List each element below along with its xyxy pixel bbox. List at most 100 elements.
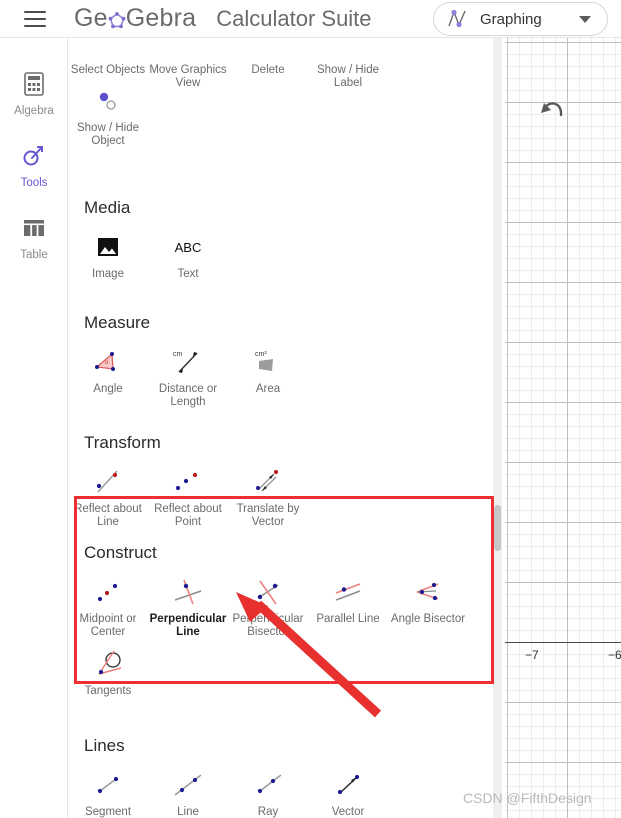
- table-icon: [22, 215, 46, 241]
- tool-vector[interactable]: Vector: [308, 762, 388, 818]
- perpendicular-line-icon: [168, 575, 208, 609]
- tool-label: Perpendicular Bisector: [232, 613, 304, 638]
- tool-label: Show / Hide Object: [76, 122, 139, 147]
- reflect-about-line-icon: [88, 465, 128, 499]
- tool-line[interactable]: Line: [148, 762, 228, 818]
- tool-distance-or-length[interactable]: cm Distance or Length: [148, 339, 228, 411]
- tool-label: Area: [255, 383, 281, 395]
- calculator-icon: [23, 71, 45, 97]
- geogebra-logo: Ge Gebra: [74, 4, 196, 33]
- tool-segment[interactable]: Segment: [68, 762, 148, 818]
- tool-label: Select Objects: [70, 64, 146, 76]
- tool-area[interactable]: cm² Area: [228, 339, 308, 411]
- tool-move-graphics-view[interactable]: Move Graphics View: [148, 38, 228, 92]
- tool-label: Move Graphics View: [149, 64, 227, 89]
- tool-label: Ray: [257, 806, 279, 818]
- tool-delete[interactable]: Delete: [228, 38, 308, 92]
- section-title-media: Media: [84, 198, 131, 217]
- app-switcher-button[interactable]: Graphing: [433, 2, 608, 36]
- sidebar-item-table-label: Table: [20, 249, 48, 261]
- tool-label: Line: [177, 806, 199, 818]
- tool-label: Vector: [331, 806, 365, 818]
- show-hide-object-icon: [88, 84, 128, 118]
- tool-label: Parallel Line: [316, 613, 380, 625]
- perpendicular-bisector-icon: [248, 575, 288, 609]
- section-lines: Lines Segment Line Ray Vector: [68, 706, 505, 818]
- section-media: Media Image ABC Text: [68, 198, 505, 283]
- app-switcher-label: Graphing: [480, 10, 542, 28]
- section-construct: Construct Midpoint or Center Perpendicul…: [68, 513, 505, 700]
- hamburger-icon[interactable]: [24, 10, 46, 27]
- panel-scrollbar-track[interactable]: [493, 38, 502, 818]
- grid-major: [505, 38, 621, 818]
- tool-ray[interactable]: Ray: [228, 762, 308, 818]
- section-measure: Measure α Angle cm Distance or Length cm…: [68, 313, 505, 411]
- tools-panel[interactable]: Select Objects Move Graphics View Delete…: [68, 38, 505, 818]
- suite-title: Calculator Suite: [216, 5, 372, 31]
- sidebar-item-table[interactable]: Table: [0, 206, 68, 270]
- app-root: Ge Gebra Calculator Suite Graphing Algeb…: [0, 0, 621, 818]
- tool-label: Show / Hide Label: [316, 64, 379, 89]
- tool-perpendicular-bisector[interactable]: Perpendicular Bisector: [228, 569, 308, 641]
- tool-label: Midpoint or Center: [79, 613, 137, 638]
- sidebar-item-tools[interactable]: Tools: [0, 134, 68, 198]
- tool-midpoint-or-center[interactable]: Midpoint or Center: [68, 569, 148, 641]
- image-icon: [88, 230, 128, 264]
- brand-text-pre: Ge: [74, 4, 108, 32]
- reflect-about-point-icon: [168, 465, 208, 499]
- chevron-down-icon[interactable]: [579, 15, 591, 23]
- tools-icon: [21, 143, 47, 169]
- panel-scrollbar-thumb[interactable]: [494, 505, 501, 551]
- sidebar-item-algebra[interactable]: Algebra: [0, 62, 68, 126]
- x-tick-label: −7: [525, 648, 539, 662]
- section-title-transform: Transform: [84, 433, 161, 452]
- section-construct-tools: Midpoint or Center Perpendicular Line Pe…: [68, 569, 505, 700]
- tool-label: Image: [92, 268, 124, 280]
- x-tick-label: −6: [608, 648, 621, 662]
- show-hide-label-icon: [328, 38, 368, 60]
- section-media-tools: Image ABC Text: [68, 224, 505, 283]
- section-title-construct: Construct: [84, 543, 157, 562]
- tool-text[interactable]: ABC Text: [148, 224, 228, 283]
- show-hide-object-row: Show / Hide Object: [68, 78, 148, 150]
- area-icon: cm²: [248, 345, 288, 379]
- translate-by-vector-icon: [248, 465, 288, 499]
- tool-show-hide-object[interactable]: Show / Hide Object: [68, 78, 148, 150]
- tool-label: Delete: [251, 64, 285, 76]
- distance-length-icon: cm: [168, 345, 208, 379]
- watermark-text: CSDN @FifthDesign: [463, 790, 592, 806]
- midpoint-center-icon: [88, 575, 128, 609]
- tool-angle[interactable]: α Angle: [68, 339, 148, 411]
- brand-text-post: Gebra: [125, 4, 197, 32]
- tool-angle-bisector[interactable]: Angle Bisector: [388, 569, 468, 641]
- svg-text:cm²: cm²: [255, 351, 267, 358]
- segment-icon: [88, 768, 128, 802]
- sidebar-item-tools-label: Tools: [20, 177, 48, 189]
- tool-label: Angle Bisector: [390, 613, 466, 625]
- graphing-curve-icon: [446, 8, 470, 30]
- vector-icon: [328, 768, 368, 802]
- tool-perpendicular-line[interactable]: Perpendicular Line: [148, 569, 228, 641]
- tool-label: Tangents: [84, 685, 132, 697]
- graphics-view[interactable]: −7 −6: [505, 38, 621, 818]
- delete-icon: [248, 38, 288, 60]
- svg-text:α: α: [105, 360, 109, 366]
- section-measure-tools: α Angle cm Distance or Length cm² Area: [68, 339, 505, 411]
- x-axis: [505, 642, 621, 643]
- tool-tangents[interactable]: Tangents: [68, 641, 148, 700]
- section-lines-tools: Segment Line Ray Vector: [68, 762, 505, 818]
- tool-show-hide-label[interactable]: Show / Hide Label: [308, 38, 388, 92]
- tool-label: Distance or Length: [158, 383, 218, 408]
- section-title-measure: Measure: [84, 313, 151, 332]
- parallel-line-icon: [328, 575, 368, 609]
- tangents-icon: [88, 647, 128, 681]
- undo-icon[interactable]: [539, 98, 567, 122]
- section-title-lines: Lines: [84, 736, 125, 755]
- tool-label: Perpendicular Line: [149, 613, 227, 638]
- svg-text:cm: cm: [173, 351, 183, 358]
- tool-parallel-line[interactable]: Parallel Line: [308, 569, 388, 641]
- tool-label: Text: [177, 268, 199, 280]
- select-objects-icon: [88, 38, 128, 60]
- tool-image[interactable]: Image: [68, 224, 148, 283]
- tool-label: Segment: [84, 806, 132, 818]
